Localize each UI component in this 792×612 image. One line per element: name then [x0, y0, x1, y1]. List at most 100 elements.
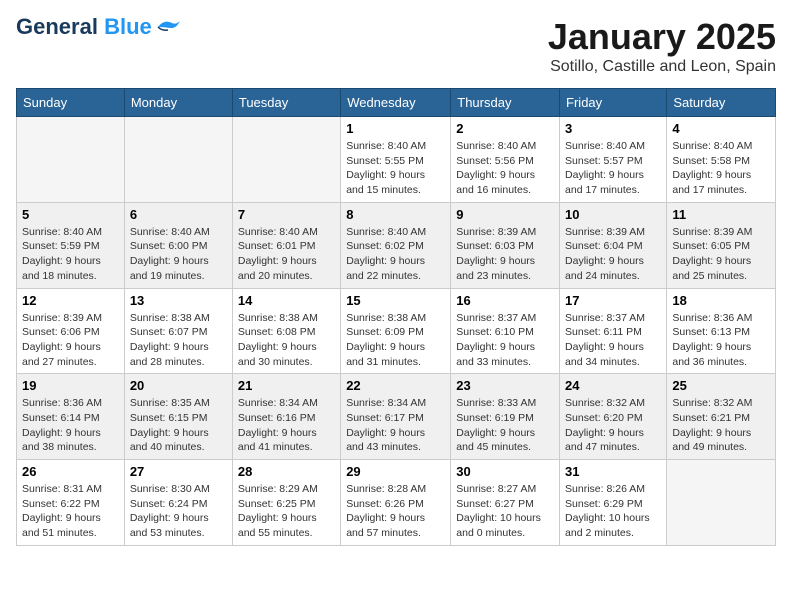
- day-info: Sunrise: 8:40 AM Sunset: 6:02 PM Dayligh…: [346, 225, 445, 284]
- logo-bird-icon: [154, 17, 182, 37]
- calendar-cell: 29Sunrise: 8:28 AM Sunset: 6:26 PM Dayli…: [341, 460, 451, 546]
- day-number: 1: [346, 121, 445, 136]
- weekday-header-wednesday: Wednesday: [341, 89, 451, 117]
- calendar-week-row: 12 Sunrise: 8:39 AM Sunset: 6:06 PM Dayli…: [17, 288, 776, 374]
- weekday-header-friday: Friday: [560, 89, 667, 117]
- day-number: 2: [456, 121, 554, 136]
- day-info: Sunrise: 8:38 AM Sunset: 6:09 PM Dayligh…: [346, 311, 445, 370]
- day-number: 12: [22, 293, 119, 308]
- calendar-cell: [667, 460, 776, 546]
- day-number: 30: [456, 464, 554, 479]
- calendar-cell: 12 Sunrise: 8:39 AM Sunset: 6:06 PM Dayli…: [17, 288, 125, 374]
- day-number: 31: [565, 464, 661, 479]
- calendar-cell: 21 Sunrise: 8:34 AM Sunset: 6:16 PM Dayli…: [232, 374, 340, 460]
- day-info: Sunrise: 8:39 AM Sunset: 6:03 PM Dayligh…: [456, 225, 554, 284]
- logo-general: General Blue: [16, 16, 152, 38]
- page-header: General Blue January 2025 Sotillo, Casti…: [16, 16, 776, 76]
- calendar-cell: 31 Sunrise: 8:26 AM Sunset: 6:29 PM Dayli…: [560, 460, 667, 546]
- calendar-cell: 10Sunrise: 8:39 AM Sunset: 6:04 PM Dayli…: [560, 202, 667, 288]
- day-info: Sunrise: 8:40 AM Sunset: 5:58 PM Dayligh…: [672, 139, 770, 198]
- day-number: 26: [22, 464, 119, 479]
- calendar-cell: 6 Sunrise: 8:40 AM Sunset: 6:00 PM Daylig…: [124, 202, 232, 288]
- day-info: Sunrise: 8:40 AM Sunset: 6:00 PM Dayligh…: [130, 225, 227, 284]
- calendar-cell: 3 Sunrise: 8:40 AM Sunset: 5:57 PM Daylig…: [560, 117, 667, 203]
- day-info: Sunrise: 8:33 AM Sunset: 6:19 PM Dayligh…: [456, 396, 554, 455]
- day-number: 23: [456, 378, 554, 393]
- day-number: 11: [672, 207, 770, 222]
- weekday-header-row: SundayMondayTuesdayWednesdayThursdayFrid…: [17, 89, 776, 117]
- month-title: January 2025: [548, 16, 776, 58]
- day-number: 25: [672, 378, 770, 393]
- day-number: 10: [565, 207, 661, 222]
- calendar-week-row: 5Sunrise: 8:40 AM Sunset: 5:59 PM Daylig…: [17, 202, 776, 288]
- day-number: 16: [456, 293, 554, 308]
- day-info: Sunrise: 8:38 AM Sunset: 6:07 PM Dayligh…: [130, 311, 227, 370]
- day-number: 21: [238, 378, 335, 393]
- calendar-cell: [17, 117, 125, 203]
- weekday-header-thursday: Thursday: [451, 89, 560, 117]
- day-info: Sunrise: 8:30 AM Sunset: 6:24 PM Dayligh…: [130, 482, 227, 541]
- day-info: Sunrise: 8:38 AM Sunset: 6:08 PM Dayligh…: [238, 311, 335, 370]
- calendar-week-row: 19 Sunrise: 8:36 AM Sunset: 6:14 PM Dayli…: [17, 374, 776, 460]
- day-info: Sunrise: 8:34 AM Sunset: 6:17 PM Dayligh…: [346, 396, 445, 455]
- day-info: Sunrise: 8:39 AM Sunset: 6:06 PM Dayligh…: [22, 311, 119, 370]
- calendar-cell: 25 Sunrise: 8:32 AM Sunset: 6:21 PM Dayli…: [667, 374, 776, 460]
- day-info: Sunrise: 8:34 AM Sunset: 6:16 PM Dayligh…: [238, 396, 335, 455]
- day-number: 6: [130, 207, 227, 222]
- calendar-week-row: 26 Sunrise: 8:31 AM Sunset: 6:22 PM Dayli…: [17, 460, 776, 546]
- calendar-cell: 14Sunrise: 8:38 AM Sunset: 6:08 PM Dayli…: [232, 288, 340, 374]
- day-info: Sunrise: 8:37 AM Sunset: 6:10 PM Dayligh…: [456, 311, 554, 370]
- day-number: 18: [672, 293, 770, 308]
- day-info: Sunrise: 8:36 AM Sunset: 6:13 PM Dayligh…: [672, 311, 770, 370]
- day-number: 5: [22, 207, 119, 222]
- day-number: 3: [565, 121, 661, 136]
- calendar-week-row: 1 Sunrise: 8:40 AM Sunset: 5:55 PM Daylig…: [17, 117, 776, 203]
- day-info: Sunrise: 8:36 AM Sunset: 6:14 PM Dayligh…: [22, 396, 119, 455]
- day-info: Sunrise: 8:39 AM Sunset: 6:05 PM Dayligh…: [672, 225, 770, 284]
- day-number: 19: [22, 378, 119, 393]
- day-number: 8: [346, 207, 445, 222]
- day-info: Sunrise: 8:40 AM Sunset: 5:56 PM Dayligh…: [456, 139, 554, 198]
- day-info: Sunrise: 8:37 AM Sunset: 6:11 PM Dayligh…: [565, 311, 661, 370]
- day-number: 29: [346, 464, 445, 479]
- calendar-cell: 8 Sunrise: 8:40 AM Sunset: 6:02 PM Daylig…: [341, 202, 451, 288]
- day-number: 4: [672, 121, 770, 136]
- logo: General Blue: [16, 16, 182, 38]
- day-info: Sunrise: 8:32 AM Sunset: 6:20 PM Dayligh…: [565, 396, 661, 455]
- day-number: 20: [130, 378, 227, 393]
- calendar-cell: 1 Sunrise: 8:40 AM Sunset: 5:55 PM Daylig…: [341, 117, 451, 203]
- day-info: Sunrise: 8:27 AM Sunset: 6:27 PM Dayligh…: [456, 482, 554, 541]
- calendar-cell: 24Sunrise: 8:32 AM Sunset: 6:20 PM Dayli…: [560, 374, 667, 460]
- title-block: January 2025 Sotillo, Castille and Leon,…: [548, 16, 776, 76]
- day-info: Sunrise: 8:26 AM Sunset: 6:29 PM Dayligh…: [565, 482, 661, 541]
- day-number: 28: [238, 464, 335, 479]
- weekday-header-monday: Monday: [124, 89, 232, 117]
- calendar-cell: [124, 117, 232, 203]
- calendar-cell: 15 Sunrise: 8:38 AM Sunset: 6:09 PM Dayli…: [341, 288, 451, 374]
- day-info: Sunrise: 8:40 AM Sunset: 6:01 PM Dayligh…: [238, 225, 335, 284]
- location-subtitle: Sotillo, Castille and Leon, Spain: [548, 58, 776, 76]
- calendar-cell: 22 Sunrise: 8:34 AM Sunset: 6:17 PM Dayli…: [341, 374, 451, 460]
- calendar-cell: 9 Sunrise: 8:39 AM Sunset: 6:03 PM Daylig…: [451, 202, 560, 288]
- day-number: 7: [238, 207, 335, 222]
- day-info: Sunrise: 8:40 AM Sunset: 5:55 PM Dayligh…: [346, 139, 445, 198]
- calendar-cell: 4 Sunrise: 8:40 AM Sunset: 5:58 PM Daylig…: [667, 117, 776, 203]
- day-number: 22: [346, 378, 445, 393]
- calendar-cell: 28Sunrise: 8:29 AM Sunset: 6:25 PM Dayli…: [232, 460, 340, 546]
- day-info: Sunrise: 8:40 AM Sunset: 5:57 PM Dayligh…: [565, 139, 661, 198]
- calendar-cell: 30 Sunrise: 8:27 AM Sunset: 6:27 PM Dayli…: [451, 460, 560, 546]
- calendar-cell: 20Sunrise: 8:35 AM Sunset: 6:15 PM Dayli…: [124, 374, 232, 460]
- calendar-cell: 2 Sunrise: 8:40 AM Sunset: 5:56 PM Daylig…: [451, 117, 560, 203]
- calendar-cell: 26 Sunrise: 8:31 AM Sunset: 6:22 PM Dayli…: [17, 460, 125, 546]
- day-number: 15: [346, 293, 445, 308]
- day-number: 9: [456, 207, 554, 222]
- day-info: Sunrise: 8:32 AM Sunset: 6:21 PM Dayligh…: [672, 396, 770, 455]
- calendar-cell: 11 Sunrise: 8:39 AM Sunset: 6:05 PM Dayli…: [667, 202, 776, 288]
- day-info: Sunrise: 8:31 AM Sunset: 6:22 PM Dayligh…: [22, 482, 119, 541]
- calendar-cell: 16 Sunrise: 8:37 AM Sunset: 6:10 PM Dayli…: [451, 288, 560, 374]
- day-number: 13: [130, 293, 227, 308]
- calendar-cell: 18 Sunrise: 8:36 AM Sunset: 6:13 PM Dayli…: [667, 288, 776, 374]
- calendar-cell: 19 Sunrise: 8:36 AM Sunset: 6:14 PM Dayli…: [17, 374, 125, 460]
- calendar-cell: 13 Sunrise: 8:38 AM Sunset: 6:07 PM Dayli…: [124, 288, 232, 374]
- weekday-header-saturday: Saturday: [667, 89, 776, 117]
